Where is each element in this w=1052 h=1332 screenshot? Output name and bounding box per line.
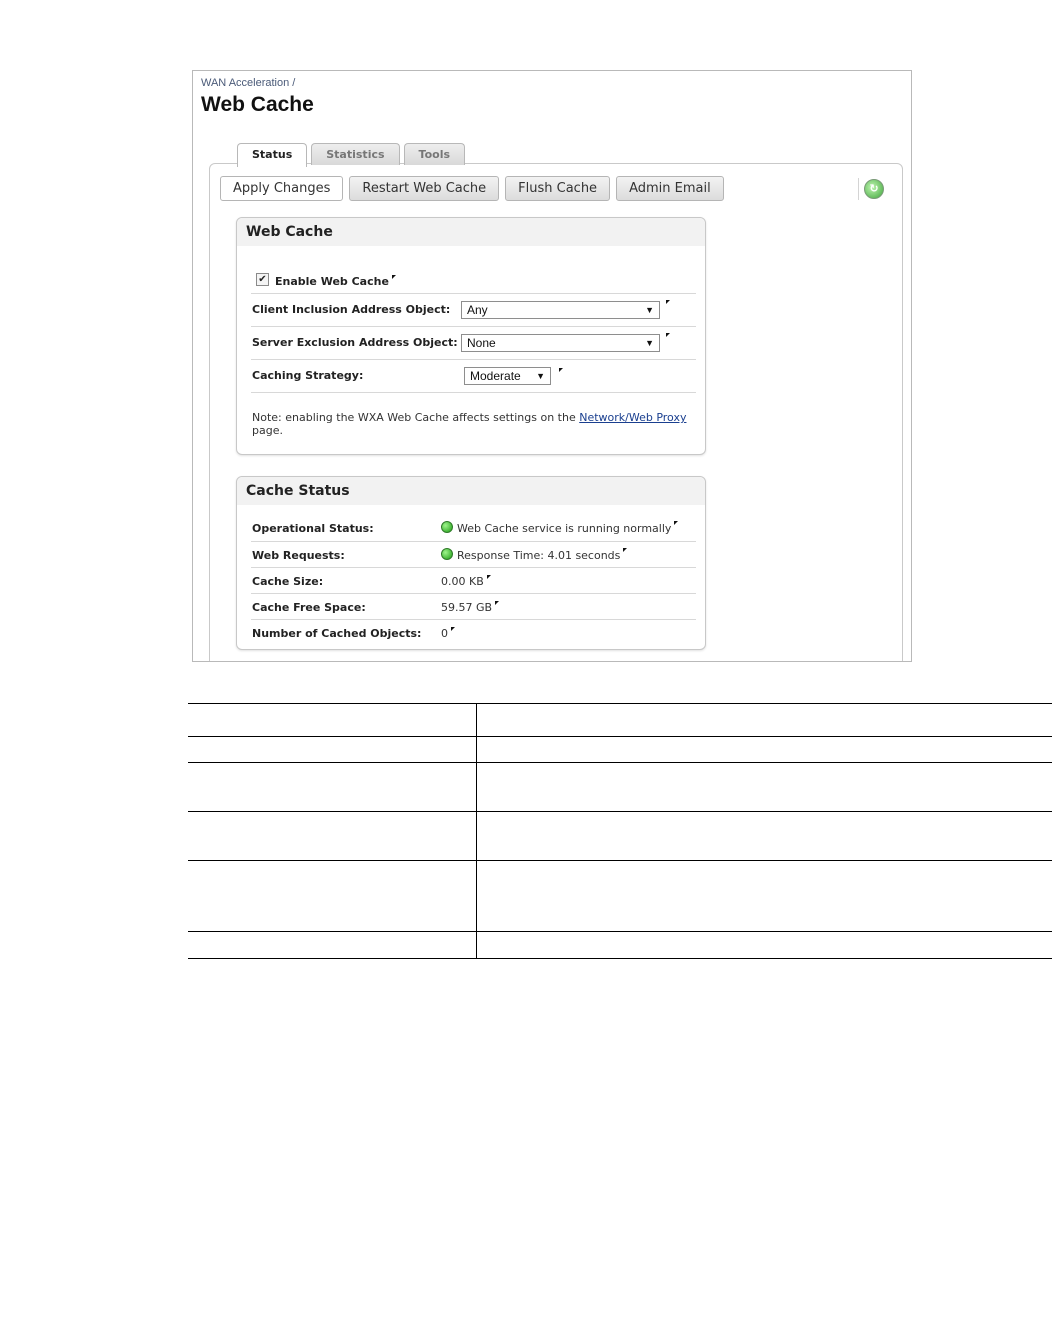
server-exclusion-value: None xyxy=(467,336,496,350)
breadcrumb[interactable]: WAN Acceleration / xyxy=(201,77,295,89)
apply-changes-button[interactable]: Apply Changes xyxy=(220,176,344,201)
caching-strategy-row: Caching Strategy: Moderate ▼ xyxy=(251,360,696,393)
help-tick-icon[interactable] xyxy=(559,368,563,372)
cache-status-box: Cache Status Operational Status: Web Cac… xyxy=(236,476,706,650)
cache-size-label: Cache Size: xyxy=(252,575,324,588)
help-tick-icon[interactable] xyxy=(391,275,396,279)
restart-web-cache-button[interactable]: Restart Web Cache xyxy=(349,176,500,201)
enable-web-cache-row: ✔ Enable Web Cache xyxy=(251,266,696,294)
operational-status-row: Operational Status: Web Cache service is… xyxy=(251,515,696,542)
table-cell xyxy=(188,811,477,861)
cache-free-space-label: Cache Free Space: xyxy=(252,601,366,614)
cache-status-heading: Cache Status xyxy=(237,477,705,505)
operational-status-value: Web Cache service is running normally xyxy=(457,522,672,535)
note-text: Note: enabling the WXA Web Cache affects… xyxy=(252,411,580,424)
cache-size-row: Cache Size: 0.00 KB xyxy=(251,568,696,594)
toolbar: Apply Changes Restart Web Cache Flush Ca… xyxy=(220,176,724,201)
table-row xyxy=(188,703,1052,737)
help-tick-icon[interactable] xyxy=(486,575,491,579)
table-cell xyxy=(476,811,1052,861)
enable-web-cache-label: Enable Web Cache xyxy=(275,275,389,288)
help-tick-icon[interactable] xyxy=(666,333,670,337)
help-tick-icon[interactable] xyxy=(495,601,500,605)
table-cell xyxy=(188,703,477,737)
tab-statistics[interactable]: Statistics xyxy=(311,143,400,165)
status-ok-icon xyxy=(441,548,453,560)
cached-objects-label: Number of Cached Objects: xyxy=(252,627,422,640)
client-inclusion-select[interactable]: Any ▼ xyxy=(461,301,660,319)
admin-email-button[interactable]: Admin Email xyxy=(616,176,724,201)
help-tick-icon[interactable] xyxy=(623,548,628,552)
client-inclusion-value: Any xyxy=(467,303,488,317)
table-cell xyxy=(188,762,477,812)
cache-size-value: 0.00 KB xyxy=(441,575,484,588)
note-text-end: page. xyxy=(252,424,283,437)
cache-free-space-value: 59.57 GB xyxy=(441,601,493,614)
server-exclusion-select[interactable]: None ▼ xyxy=(461,334,660,352)
web-requests-value: Response Time: 4.01 seconds xyxy=(457,549,621,562)
tab-status[interactable]: Status xyxy=(237,143,308,167)
table-row xyxy=(188,860,1052,932)
table-cell xyxy=(476,860,1052,932)
web-cache-note: Note: enabling the WXA Web Cache affects… xyxy=(252,411,705,437)
table-cell xyxy=(476,762,1052,812)
table-row xyxy=(188,736,1052,763)
status-ok-icon xyxy=(441,521,453,533)
cache-free-space-row: Cache Free Space: 59.57 GB xyxy=(251,594,696,620)
table-cell xyxy=(476,931,1052,959)
caching-strategy-value: Moderate xyxy=(470,369,521,383)
table-cell xyxy=(476,736,1052,763)
tab-tools[interactable]: Tools xyxy=(403,143,466,165)
web-cache-settings-box: Web Cache ✔ Enable Web Cache Client Incl… xyxy=(236,217,706,455)
table-row xyxy=(188,811,1052,861)
server-exclusion-row: Server Exclusion Address Object: None ▼ xyxy=(251,327,696,360)
table-cell xyxy=(188,931,477,959)
server-exclusion-label: Server Exclusion Address Object: xyxy=(252,336,458,349)
flush-cache-button[interactable]: Flush Cache xyxy=(505,176,611,201)
enable-web-cache-checkbox[interactable]: ✔ xyxy=(256,273,269,286)
dropdown-arrow-icon: ▼ xyxy=(645,338,654,348)
table-cell xyxy=(476,703,1052,737)
dropdown-arrow-icon: ▼ xyxy=(536,371,545,381)
help-tick-icon[interactable] xyxy=(451,627,455,631)
network-web-proxy-link[interactable]: Network/Web Proxy xyxy=(579,411,686,424)
tab-bar: Status Statistics Tools xyxy=(237,143,466,167)
web-cache-heading: Web Cache xyxy=(237,218,705,246)
refresh-icon[interactable]: ↻ xyxy=(864,179,884,199)
cached-objects-value: 0 xyxy=(441,627,448,640)
toolbar-divider xyxy=(858,178,859,200)
web-cache-window: WAN Acceleration / Web Cache Status Stat… xyxy=(192,70,912,662)
help-tick-icon[interactable] xyxy=(674,521,679,525)
page-title: Web Cache xyxy=(201,93,314,116)
table-cell xyxy=(188,736,477,763)
web-requests-label: Web Requests: xyxy=(252,549,345,562)
document-table xyxy=(188,703,1052,959)
status-panel: Apply Changes Restart Web Cache Flush Ca… xyxy=(209,163,903,661)
table-row xyxy=(188,931,1052,959)
caching-strategy-select[interactable]: Moderate ▼ xyxy=(464,367,551,385)
help-tick-icon[interactable] xyxy=(666,300,670,304)
web-requests-row: Web Requests: Response Time: 4.01 second… xyxy=(251,542,696,568)
dropdown-arrow-icon: ▼ xyxy=(645,305,654,315)
client-inclusion-label: Client Inclusion Address Object: xyxy=(252,303,451,316)
table-cell xyxy=(188,860,477,932)
cached-objects-row: Number of Cached Objects: 0 xyxy=(251,620,696,645)
operational-status-label: Operational Status: xyxy=(252,522,374,535)
client-inclusion-row: Client Inclusion Address Object: Any ▼ xyxy=(251,294,696,327)
caching-strategy-label: Caching Strategy: xyxy=(252,369,364,382)
table-row xyxy=(188,762,1052,812)
